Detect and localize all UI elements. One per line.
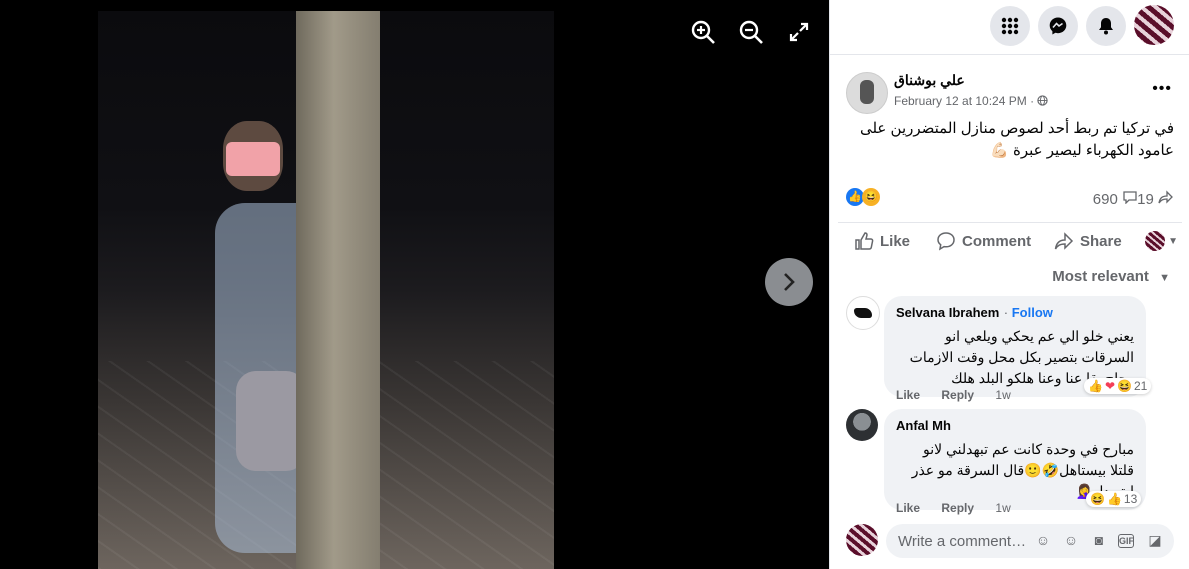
commenter-avatar[interactable] — [846, 296, 880, 330]
face-blur — [226, 142, 280, 176]
commenter-name[interactable]: Anfal Mh — [896, 418, 951, 433]
camera-icon[interactable]: ◙ — [1090, 532, 1108, 550]
comment-meta: Like Reply 1w — [896, 501, 1029, 515]
thumbs-up-icon — [855, 232, 874, 250]
sticker-icon[interactable]: ◪ — [1146, 532, 1164, 550]
composer-avatar[interactable] — [846, 524, 878, 556]
post-panel: علي بوشناق February 12 at 10:24 PM · •••… — [829, 0, 1189, 569]
comment-like-link[interactable]: Like — [896, 388, 920, 402]
react-as-selector[interactable]: ▼ — [1145, 231, 1178, 251]
comment-like-link[interactable]: Like — [896, 501, 920, 515]
share-arrow-icon — [1158, 190, 1173, 204]
follow-link[interactable]: Follow — [1012, 305, 1053, 320]
menu-grid-button[interactable] — [990, 6, 1030, 46]
bell-icon — [1099, 18, 1113, 35]
like-reaction-icon: 👍 — [1088, 379, 1103, 393]
comment-time[interactable]: 1w — [995, 388, 1010, 402]
fullscreen-icon[interactable] — [785, 18, 813, 46]
chevron-right-icon — [784, 273, 795, 291]
share-icon — [1054, 232, 1074, 250]
reaction-count: 13 — [1123, 492, 1138, 506]
comment-item: Selvana Ibrahem · Follow يعني خلو الي عم… — [844, 296, 1174, 402]
messenger-button[interactable] — [1038, 6, 1078, 46]
comment-reply-link[interactable]: Reply — [941, 501, 974, 515]
comment-composer: ☺ ☺ ◙ GIF ◪ — [844, 524, 1174, 560]
comment-icon — [937, 232, 955, 251]
like-button[interactable]: Like — [854, 231, 910, 251]
haha-reaction-icon: 😆 — [1117, 379, 1132, 393]
like-reaction-icon: 👍 — [1106, 492, 1122, 506]
next-photo-button[interactable] — [765, 258, 813, 306]
react-as-avatar — [1145, 231, 1166, 251]
sort-label[interactable]: Most relevant — [1052, 268, 1149, 285]
emoji-icon[interactable]: ☺ — [1062, 532, 1080, 550]
globe-icon — [1037, 95, 1049, 106]
comment-sort-dropdown[interactable]: Most relevant ▼ — [1052, 268, 1170, 285]
comment-reactions[interactable]: 👍 ❤ 😆 21 — [1084, 378, 1152, 394]
comment-label[interactable]: Comment — [962, 233, 1031, 250]
top-bar — [830, 0, 1189, 55]
comment-reactions[interactable]: 😆 👍 13 — [1086, 491, 1142, 507]
comment-count[interactable]: 690 — [1093, 190, 1138, 208]
author-name[interactable]: علي بوشناق — [894, 72, 965, 89]
like-label[interactable]: Like — [880, 233, 910, 250]
more-options-icon[interactable]: ••• — [1152, 80, 1172, 98]
haha-reaction-icon: 😆 — [1090, 492, 1105, 506]
author-avatar[interactable] — [846, 72, 888, 114]
commenter-avatar[interactable] — [846, 409, 878, 441]
comment-bubble-icon — [1123, 191, 1137, 205]
share-count-value[interactable]: 19 — [1137, 191, 1154, 208]
grid-icon — [1001, 17, 1019, 35]
photo-pole — [296, 11, 380, 569]
post-actions: Like Comment Share ▼ — [838, 222, 1182, 261]
haha-reaction-icon: 😆 — [862, 188, 880, 206]
love-reaction-icon: ❤ — [1104, 379, 1116, 393]
comment-count-value[interactable]: 690 — [1093, 191, 1118, 208]
zoom-in-icon[interactable] — [689, 18, 717, 46]
comment-time[interactable]: 1w — [995, 501, 1010, 515]
comment-button[interactable]: Comment — [936, 231, 1031, 251]
share-button[interactable]: Share — [1054, 231, 1122, 251]
zoom-out-icon[interactable] — [737, 18, 765, 46]
avatar-sticker-icon[interactable]: ☺ — [1034, 532, 1052, 550]
post-photo — [98, 11, 554, 569]
reaction-count: 21 — [1133, 379, 1148, 393]
avatar-map-icon — [854, 308, 872, 318]
comment-reply-link[interactable]: Reply — [941, 388, 974, 402]
gif-icon[interactable]: GIF — [1118, 534, 1134, 548]
photo-viewer — [0, 0, 829, 569]
notifications-button[interactable] — [1086, 6, 1126, 46]
post-date[interactable]: February 12 at 10:24 PM · — [894, 94, 1049, 108]
comment-meta: Like Reply 1w — [896, 388, 1029, 402]
account-avatar[interactable] — [1134, 5, 1174, 45]
reactions-summary[interactable]: 👍 😆 690 19 — [846, 188, 1174, 212]
share-count[interactable]: 19 — [1137, 190, 1174, 208]
post-text: في تركيا تم ربط أحد لصوص منازل المتضررين… — [859, 120, 1174, 159]
post-date-text[interactable]: February 12 at 10:24 PM — [894, 94, 1027, 108]
caret-down-icon: ▼ — [1159, 272, 1170, 284]
share-label[interactable]: Share — [1080, 233, 1122, 250]
messenger-icon — [1049, 17, 1067, 35]
caret-down-icon: ▼ — [1168, 235, 1178, 247]
commenter-name[interactable]: Selvana Ibrahem — [896, 305, 999, 320]
comment-item: Anfal Mh مبارح في وحدة كانت عم تبهدلني ل… — [844, 409, 1174, 519]
